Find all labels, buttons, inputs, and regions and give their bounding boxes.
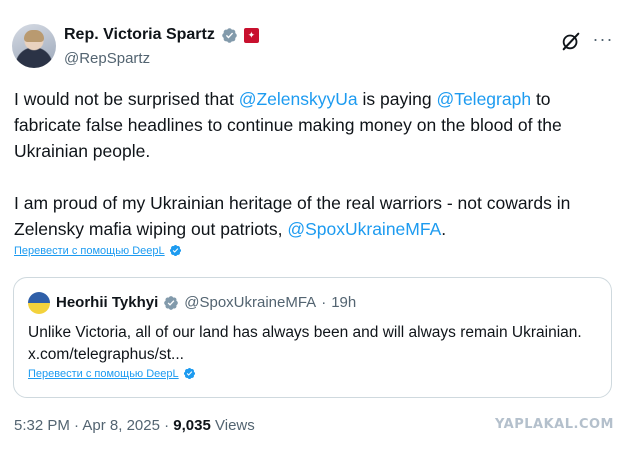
translate-label: Перевести с помощью DeepL — [14, 244, 165, 257]
quoted-tweet-header: Heorhii Tykhyi @SpoxUkraineMFA · 19h — [56, 294, 356, 311]
deepl-badge-icon — [169, 244, 181, 257]
more-options-icon[interactable]: ··· — [592, 30, 614, 52]
tweet-text-segment: . — [441, 219, 447, 239]
quoted-separator: · — [321, 294, 327, 311]
quoted-translate-deepl-link[interactable]: Перевести с помощью DeepL — [28, 367, 196, 380]
quoted-tweet-card[interactable]: Heorhii Tykhyi @SpoxUkraineMFA · 19h Unl… — [13, 277, 612, 398]
author-display-name[interactable]: Rep. Victoria Spartz — [64, 26, 215, 44]
translate-deepl-link[interactable]: Перевести с помощью DeepL — [14, 244, 182, 257]
site-watermark: YAPLAKAL.COM — [495, 417, 614, 432]
quoted-author-avatar — [28, 292, 50, 314]
tweet-text-segment: I would not be surprised that — [14, 89, 239, 109]
tweet-time[interactable]: 5:32 PM — [14, 417, 70, 434]
tweet-paragraph-2: I am proud of my Ukrainian heritage of t… — [14, 190, 618, 242]
quoted-tweet-text: Unlike Victoria, all of our land has alw… — [28, 324, 582, 363]
deepl-badge-icon — [183, 367, 195, 380]
verified-badge-icon — [164, 295, 179, 310]
mention-link[interactable]: @ZelenskyyUa — [239, 89, 358, 109]
mention-link[interactable]: @SpoxUkraineMFA — [287, 219, 441, 239]
mention-link[interactable]: @Telegraph — [436, 89, 531, 109]
flag-badge-icon: ✦ — [243, 27, 259, 43]
quoted-author-handle: @SpoxUkraineMFA — [184, 294, 317, 311]
tweet-meta: 5:32 PM · Apr 8, 2025 · 9,035 Views — [14, 417, 255, 434]
quoted-author-name: Heorhii Tykhyi — [56, 294, 159, 311]
tweet-text-segment: is paying — [357, 89, 437, 109]
meta-separator: · — [159, 417, 174, 434]
meta-separator: · — [69, 417, 83, 434]
avatar-hair — [24, 30, 44, 42]
author-name-row: Rep. Victoria Spartz ✦ — [64, 26, 259, 44]
tweet-body: I would not be surprised that @Zelenskyy… — [14, 86, 618, 242]
tweet-paragraph-1: I would not be surprised that @Zelenskyy… — [14, 86, 618, 164]
author-avatar[interactable] — [12, 24, 56, 68]
grok-icon[interactable] — [560, 30, 582, 52]
views-label: Views — [210, 417, 255, 434]
tweet-header: Rep. Victoria Spartz ✦ @RepSpartz ··· — [12, 20, 628, 74]
verified-badge-icon — [222, 27, 237, 43]
author-handle[interactable]: @RepSpartz — [64, 50, 150, 67]
tweet-date[interactable]: Apr 8, 2025 — [82, 417, 160, 434]
quoted-timestamp: 19h — [331, 294, 357, 311]
translate-label: Перевести с помощью DeepL — [28, 367, 179, 380]
views-count: 9,035 — [173, 417, 211, 434]
